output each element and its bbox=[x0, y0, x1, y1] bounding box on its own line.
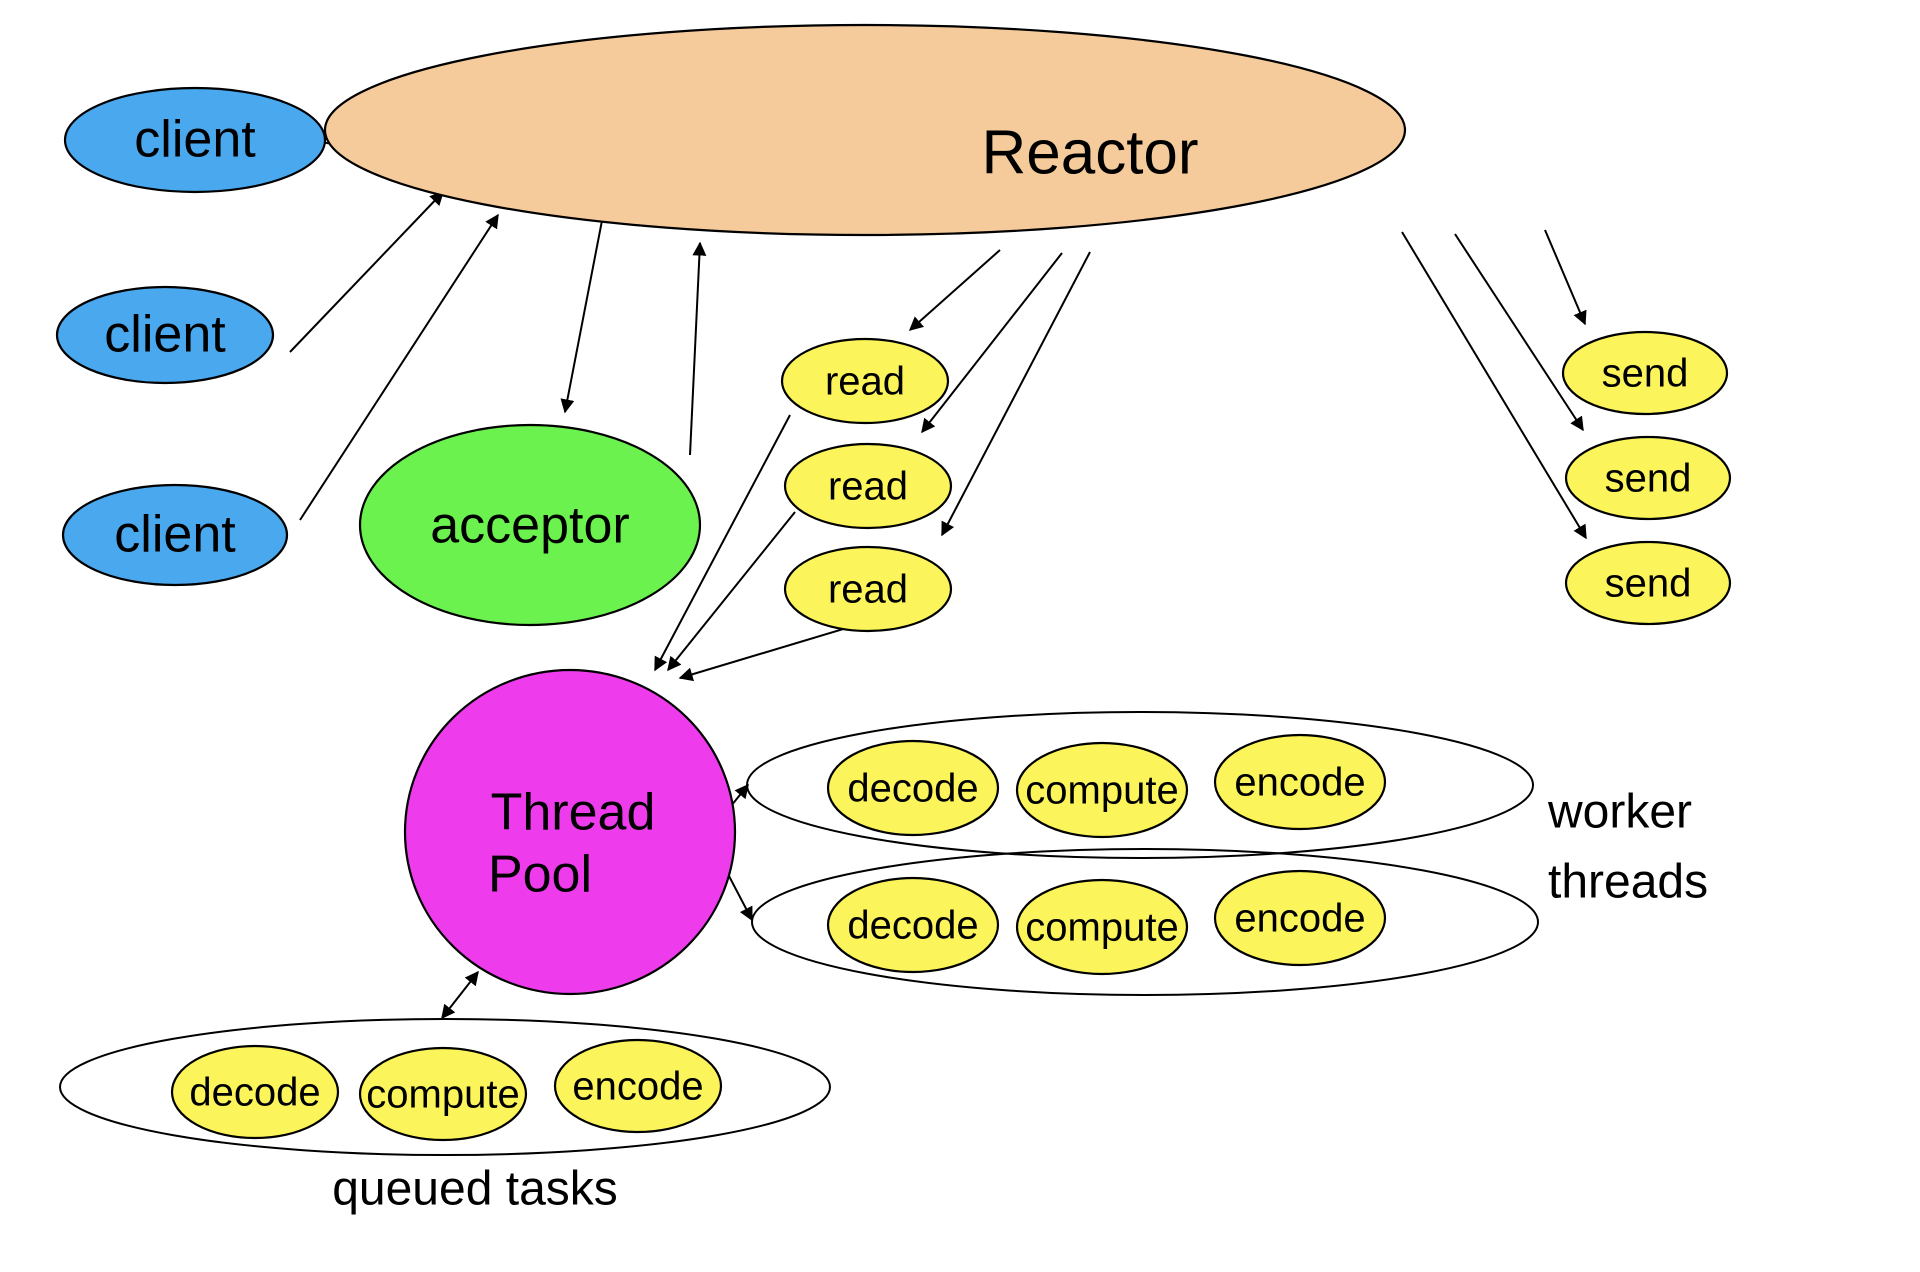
send-label: send bbox=[1605, 562, 1692, 606]
queued-tasks-caption: queued tasks bbox=[332, 1163, 618, 1216]
edge-reactor-to-send3 bbox=[1401, 231, 1587, 540]
worker-task-decode-1[interactable]: decode bbox=[826, 739, 1000, 837]
read-label: read bbox=[828, 568, 908, 612]
node-thread-pool[interactable]: Thread Pool bbox=[403, 668, 737, 996]
task-label: compute bbox=[1025, 769, 1178, 813]
task-label: compute bbox=[1025, 906, 1178, 950]
client-label: client bbox=[134, 111, 256, 169]
worker-threads-caption-line1: worker bbox=[1547, 786, 1692, 839]
client-label: client bbox=[114, 506, 236, 564]
node-client-1[interactable]: client bbox=[63, 86, 327, 194]
edge-threadpool-queued-tasks bbox=[441, 970, 479, 1020]
worker-threads-caption-line2: threads bbox=[1548, 856, 1708, 909]
queued-task-compute[interactable]: compute bbox=[358, 1046, 528, 1142]
node-send-3[interactable]: send bbox=[1564, 540, 1732, 626]
node-read-2[interactable]: read bbox=[783, 442, 953, 530]
worker-task-encode-1[interactable]: encode bbox=[1213, 733, 1387, 831]
diagram-canvas: client client client Reactor acceptor re… bbox=[0, 0, 1920, 1272]
edge-reactor-to-read3 bbox=[941, 251, 1091, 537]
thread-pool-label-line2: Pool bbox=[488, 846, 592, 904]
edge-client2-to-reactor bbox=[289, 190, 444, 353]
task-label: encode bbox=[1234, 761, 1365, 805]
queued-task-encode[interactable]: encode bbox=[553, 1038, 723, 1134]
worker-thread-group-1[interactable]: decode compute encode bbox=[746, 711, 1534, 859]
worker-task-encode-2[interactable]: encode bbox=[1213, 869, 1387, 967]
worker-task-compute-2[interactable]: compute bbox=[1015, 878, 1189, 976]
task-label: decode bbox=[847, 767, 978, 811]
edge-reactor-to-send1 bbox=[1544, 229, 1587, 326]
edge-acceptor-to-reactor bbox=[689, 241, 707, 456]
edge-reactor-to-read2 bbox=[921, 252, 1063, 434]
worker-task-compute-1[interactable]: compute bbox=[1015, 741, 1189, 839]
task-label: decode bbox=[189, 1071, 320, 1115]
task-label: compute bbox=[366, 1073, 519, 1117]
task-label: decode bbox=[847, 904, 978, 948]
edge-reactor-to-acceptor bbox=[560, 204, 606, 414]
node-send-1[interactable]: send bbox=[1561, 330, 1729, 416]
read-label: read bbox=[828, 465, 908, 509]
node-client-3[interactable]: client bbox=[61, 483, 289, 587]
thread-pool-label-line1: Thread bbox=[491, 784, 656, 842]
edge-reactor-to-read1 bbox=[908, 249, 1001, 331]
acceptor-label: acceptor bbox=[430, 497, 629, 555]
queued-tasks-group[interactable]: decode compute encode bbox=[59, 1018, 831, 1156]
node-acceptor[interactable]: acceptor bbox=[358, 423, 702, 627]
worker-thread-group-2[interactable]: decode compute encode bbox=[751, 848, 1539, 996]
node-client-2[interactable]: client bbox=[55, 285, 275, 385]
task-label: encode bbox=[572, 1065, 703, 1109]
reactor-architecture-diagram: client client client Reactor acceptor re… bbox=[55, 23, 1732, 1216]
client-label: client bbox=[104, 306, 226, 364]
task-label: encode bbox=[1234, 897, 1365, 941]
node-reactor[interactable]: Reactor bbox=[323, 23, 1407, 237]
queued-task-decode[interactable]: decode bbox=[170, 1044, 340, 1140]
reactor-label: Reactor bbox=[981, 118, 1198, 187]
node-read-3[interactable]: read bbox=[783, 545, 953, 633]
worker-task-decode-2[interactable]: decode bbox=[826, 876, 1000, 974]
read-label: read bbox=[825, 360, 905, 404]
send-label: send bbox=[1602, 352, 1689, 396]
send-label: send bbox=[1605, 457, 1692, 501]
node-read-1[interactable]: read bbox=[780, 337, 950, 425]
node-send-2[interactable]: send bbox=[1564, 435, 1732, 521]
reactor-ellipse bbox=[323, 23, 1407, 237]
edge-reactor-to-send2 bbox=[1454, 233, 1584, 432]
